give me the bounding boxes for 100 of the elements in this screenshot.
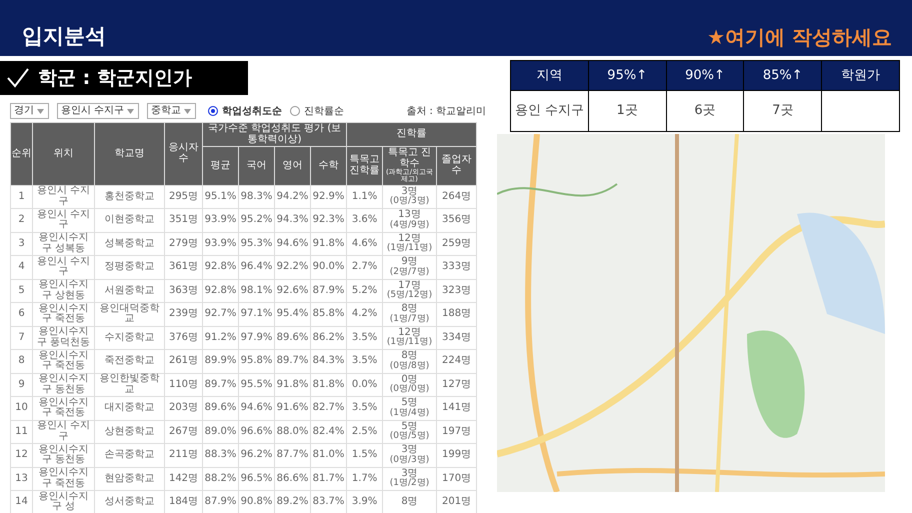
column-header: 평균 [202,146,238,186]
table-cell: 127명 [436,373,477,397]
table-cell: 83.7% [310,490,347,513]
table-cell: 4.2% [346,302,383,326]
table-cell: 수지중학교 [94,326,164,350]
radio-button[interactable] [290,106,300,116]
table-cell: 3 [10,232,32,256]
table-cell: 6곳 [666,90,744,132]
table-cell: 2 [10,208,32,232]
column-header: 90%↑ [666,60,744,90]
table-cell: 14 [10,490,32,513]
table-cell: 279명 [164,232,202,256]
radio-button[interactable] [208,106,218,116]
column-header: 지역 [510,60,588,90]
group-header: 국가수준 학업성취도 평가 (보통학력이상) [202,122,347,146]
table-cell: 1 [10,185,32,209]
table-cell: 17명 (5명/12명) [382,279,437,303]
table-cell: 홍천중학교 [94,185,164,209]
table-cell: 용인시수지구 동천동 [32,373,94,397]
table-cell: 상현중학교 [94,420,164,444]
placeholder-note: ★여기에 작성하세요 [707,24,892,51]
table-cell: 95.3% [238,232,274,256]
table-cell: 9명 (2명/7명) [382,256,437,280]
table-cell: 96.5% [238,467,274,491]
group-header: 진학률 [346,122,477,146]
radio-label: 진학률순 [304,104,344,118]
dropdown-select[interactable]: 중학교 [147,103,196,119]
table-cell: 94.6% [274,232,310,256]
table-cell: 용인시 수지구 [32,185,94,209]
table-cell: 2.7% [346,256,383,280]
table-cell: 용인대덕중학교 [94,302,164,326]
table-cell: 361명 [164,256,202,280]
table-cell: 용인시수지구 죽전동 [32,396,94,420]
table-cell: 92.3% [310,208,347,232]
table-cell: 170명 [436,467,477,491]
table-cell: 12 [10,444,32,468]
table-cell: 용인시 수지구 [32,256,94,280]
table-cell: 죽전중학교 [94,350,164,374]
table-cell: 96.4% [238,256,274,280]
table-cell: 84.3% [310,350,347,374]
table-cell: 0명 (0명/0명) [382,373,437,397]
table-cell: 용인 수지구 [510,90,588,132]
dropdown-select[interactable]: 경기 [10,103,49,119]
table-cell: 89.2% [274,490,310,513]
table-cell: 91.6% [274,396,310,420]
table-cell: 3명 (1명/2명) [382,467,437,491]
table-cell: 199명 [436,444,477,468]
column-header: 졸업자수 [436,146,477,186]
table-cell: 이현중학교 [94,208,164,232]
table-cell: 94.2% [274,185,310,209]
caret-icon [37,109,44,114]
radio-label: 학업성취도순 [222,104,282,118]
table-cell: 95.1% [202,185,238,209]
table-cell: 8명 (0명/8명) [382,350,437,374]
caret-icon [184,109,192,114]
table-cell: 91.8% [310,232,347,256]
table-cell: 91.2% [202,326,238,350]
table-cell: 12명 (1명/11명) [382,232,437,256]
table-cell: 110명 [164,373,202,397]
table-cell: 90.8% [238,490,274,513]
page-title: 입지분석 [22,22,106,50]
table-cell: 용인한빛중학교 [94,373,164,397]
table-cell: 3명 (0명/3명) [382,444,437,468]
table-cell: 용인시수지구 상현동 [32,279,94,303]
table-cell: 11 [10,420,32,444]
table-cell: 8명 (1명/7명) [382,302,437,326]
table-cell: 성복중학교 [94,232,164,256]
table-cell: 용인시 수지구 [32,420,94,444]
column-header: 특목고 진학률 [346,146,383,186]
table-cell: 12명 (1명/11명) [382,326,437,350]
table-cell: 6 [10,302,32,326]
column-header: 위치 [32,122,94,186]
table-cell: 87.7% [274,444,310,468]
table-cell: 0.0% [346,373,383,397]
dropdown-select[interactable]: 용인시 수지구 [57,103,140,119]
caret-icon [127,109,134,114]
table-cell: 259명 [436,232,477,256]
table-cell: 10 [10,396,32,420]
column-header: 학원가 [822,60,900,90]
table-cell: 용인시수지구 죽전동 [32,302,94,326]
table-cell: 356명 [436,208,477,232]
table-cell: 92.8% [202,256,238,280]
table-cell: 86.6% [274,467,310,491]
table-cell: 88.2% [202,467,238,491]
table-cell: 239명 [164,302,202,326]
table-cell: 96.6% [238,420,274,444]
table-cell: 87.9% [202,490,238,513]
table-cell: 92.6% [274,279,310,303]
table-cell: 3명 (0명/3명) [382,185,437,209]
table-cell: 82.4% [310,420,347,444]
table-cell: 현암중학교 [94,467,164,491]
table-cell: 89.6% [274,326,310,350]
table-cell: 92.9% [310,185,347,209]
table-cell: 95.4% [274,302,310,326]
table-cell: 267명 [164,420,202,444]
table-cell: 1곳 [588,90,666,132]
table-cell: 용인시수지구 동천동 [32,444,94,468]
table-cell: 9 [10,373,32,397]
table-cell: 92.8% [202,279,238,303]
table-cell: 91.8% [274,373,310,397]
